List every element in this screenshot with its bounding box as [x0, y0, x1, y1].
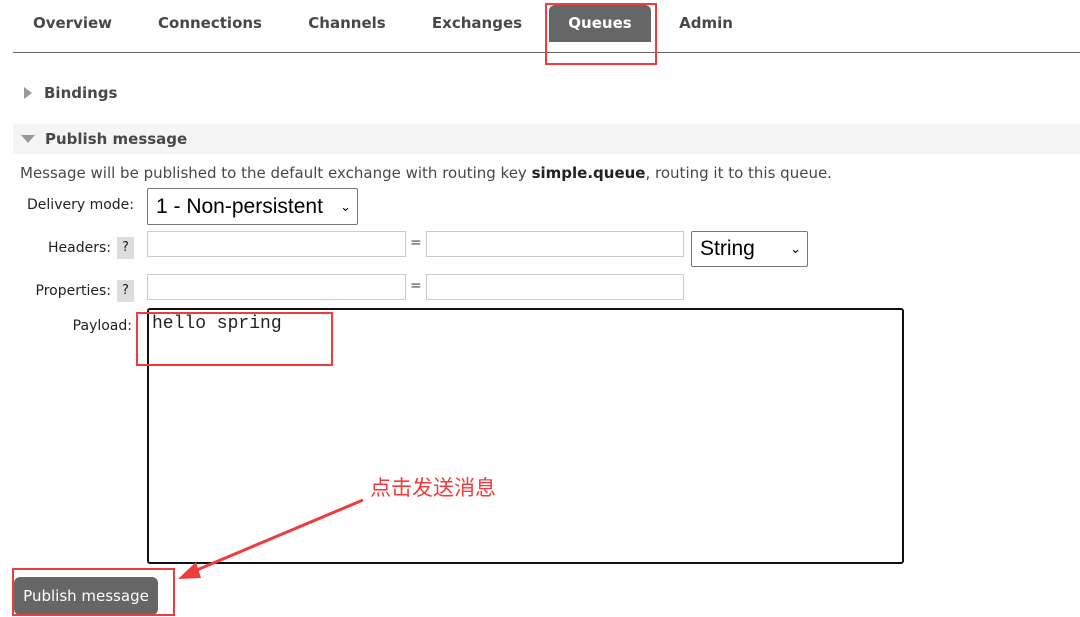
annotation-arrow-icon	[178, 498, 364, 579]
